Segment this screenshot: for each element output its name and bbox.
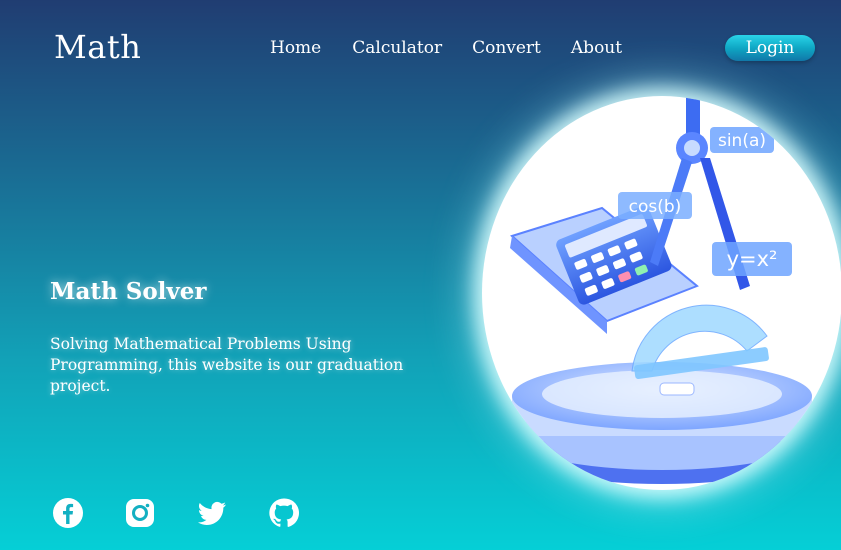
facebook-icon[interactable]: [52, 497, 84, 529]
github-icon[interactable]: [268, 497, 300, 529]
twitter-icon[interactable]: [196, 497, 228, 529]
login-button[interactable]: Login: [725, 35, 815, 61]
hero-title: Math Solver: [50, 278, 207, 305]
site-logo[interactable]: Math: [54, 28, 141, 66]
nav-about-link[interactable]: About: [571, 38, 622, 58]
hero-description: Solving Mathematical Problems Using Prog…: [50, 335, 404, 395]
nav-convert-link[interactable]: Convert: [472, 38, 541, 58]
nav-calculator-link[interactable]: Calculator: [352, 38, 442, 58]
social-links: [52, 497, 340, 529]
cos-label: cos(b): [629, 197, 682, 217]
sin-label: sin(a): [718, 131, 766, 151]
instagram-icon[interactable]: [124, 497, 156, 529]
math-illustration: sin(a) cos(b) y=x²: [482, 96, 841, 490]
main-nav: Home Calculator Convert About: [270, 38, 622, 58]
nav-home-link[interactable]: Home: [270, 38, 321, 58]
equation-label: y=x²: [727, 247, 778, 271]
